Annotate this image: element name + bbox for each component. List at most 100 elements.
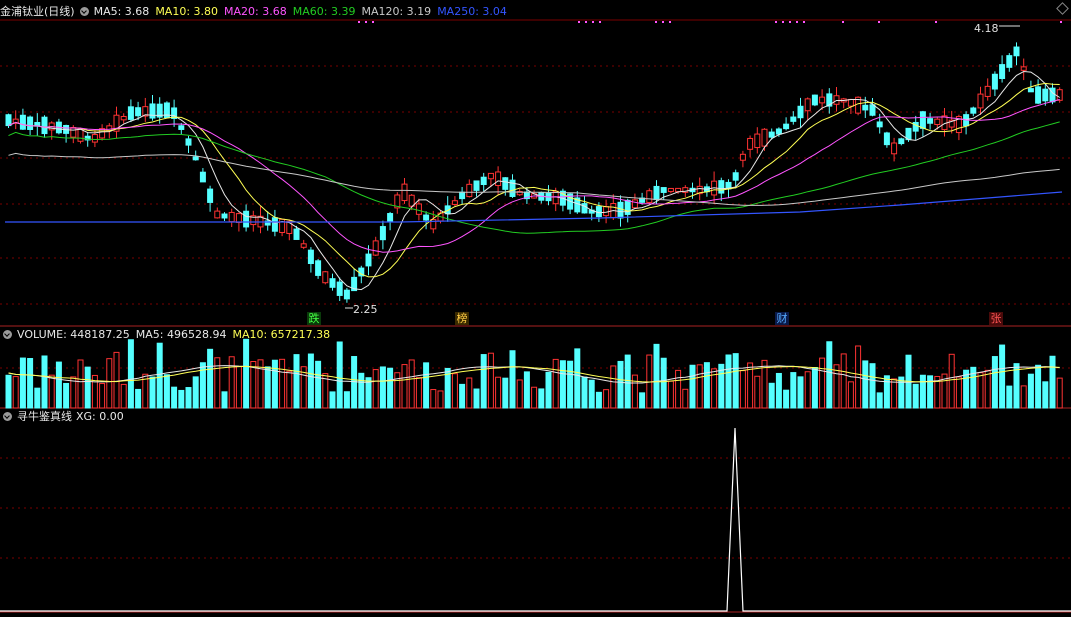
volume-bar	[336, 341, 343, 409]
volume-bar	[48, 374, 55, 409]
signal-dot	[878, 21, 880, 23]
volume-bar	[401, 364, 408, 409]
candle-body	[847, 98, 854, 107]
candle-body	[228, 211, 235, 223]
candle-body	[99, 128, 106, 139]
candle-body	[898, 138, 905, 145]
candle-body	[869, 104, 876, 116]
volume-bar	[509, 350, 516, 409]
candle-body	[70, 127, 77, 138]
signal-dot	[803, 21, 805, 23]
volume-bar	[271, 359, 278, 409]
volume-bar	[487, 352, 494, 409]
candle-body	[883, 132, 890, 146]
candle-body	[819, 96, 826, 104]
volume-bar	[610, 365, 617, 409]
candle-body	[315, 260, 322, 276]
volume-bar	[631, 374, 638, 409]
volume-bar	[999, 344, 1006, 409]
candle-body	[379, 226, 386, 241]
candle-body	[1006, 55, 1013, 68]
volume-bar	[703, 362, 710, 409]
volume-bar	[768, 382, 775, 409]
indicator-name: 寻牛鉴真线	[17, 410, 72, 423]
badge-cai[interactable]: 财	[775, 312, 789, 325]
signal-dot	[578, 21, 580, 23]
volume-bar	[682, 388, 689, 409]
volume-bar	[358, 372, 365, 409]
volume-bar	[1056, 377, 1063, 409]
volume-bar	[84, 366, 91, 409]
candle-body	[487, 172, 494, 180]
volume-bar	[19, 357, 26, 409]
volume-bar	[408, 359, 415, 409]
volume-bar	[567, 360, 574, 409]
volume-bar	[804, 371, 811, 409]
indicator-header: 寻牛鉴真线 XG: 0.00	[0, 409, 130, 425]
candle-body	[271, 217, 278, 232]
volume-bar	[178, 389, 185, 409]
candle-body	[77, 128, 84, 142]
volume-bar	[538, 388, 545, 409]
candle-body	[646, 190, 653, 203]
volume-bar	[387, 367, 394, 409]
chevron-down-icon[interactable]	[79, 7, 89, 16]
kline-chart[interactable]	[0, 0, 1071, 617]
candle-body	[876, 121, 883, 128]
volume-bar	[459, 383, 466, 409]
candle-body	[747, 137, 754, 150]
ma60-value: MA60: 3.39	[292, 5, 356, 18]
candle-body	[307, 249, 314, 265]
ma5-value: MA5: 3.68	[93, 5, 150, 18]
candle-body	[192, 156, 199, 161]
candle-body	[999, 64, 1006, 80]
candle-body	[480, 176, 487, 186]
candle-body	[991, 73, 998, 90]
volume-bar	[725, 354, 732, 409]
badge-zhang[interactable]: 张	[989, 312, 1003, 325]
chevron-down-icon[interactable]	[3, 412, 12, 421]
volume-bar	[603, 389, 610, 409]
candle-body	[977, 93, 984, 109]
chevron-down-icon[interactable]	[3, 330, 12, 339]
volume-bar	[423, 362, 430, 409]
candle-body	[927, 118, 934, 124]
volume-bar	[588, 379, 595, 409]
volume-bar	[473, 388, 480, 409]
volume-bar	[667, 380, 674, 409]
volume-bar	[243, 338, 250, 409]
volume-bar	[775, 372, 782, 409]
volume-bar	[228, 356, 235, 409]
signal-dot	[662, 21, 664, 23]
volume-bar	[797, 376, 804, 409]
candle-body	[783, 123, 790, 130]
candle-body	[732, 172, 739, 181]
volume-bar	[883, 375, 890, 409]
candle-body	[423, 214, 430, 221]
volume-value: VOLUME: 448187.25	[17, 328, 130, 341]
candle-body	[811, 94, 818, 106]
signal-dot	[669, 21, 671, 23]
signal-dot	[796, 21, 798, 23]
volume-bar	[372, 369, 379, 409]
volume-bar	[41, 355, 48, 409]
volume-bar	[1006, 385, 1013, 409]
badge-die[interactable]: 跌	[307, 312, 321, 325]
volume-bar	[163, 374, 170, 409]
signal-dot	[935, 21, 937, 23]
volume-bar	[898, 376, 905, 409]
candle-body	[595, 206, 602, 218]
badge-bang[interactable]: 榜	[455, 312, 469, 325]
candle-body	[185, 138, 192, 146]
candle-body	[1013, 46, 1020, 57]
candle-body	[1020, 66, 1027, 71]
candle-body	[984, 85, 991, 97]
candle-body	[365, 253, 372, 267]
volume-bar	[963, 369, 970, 409]
volume-bar	[660, 357, 667, 409]
candle-body	[5, 114, 12, 127]
candle-body	[739, 153, 746, 161]
candle-body	[775, 128, 782, 135]
candle-body	[214, 210, 221, 219]
volume-bar	[343, 391, 350, 409]
